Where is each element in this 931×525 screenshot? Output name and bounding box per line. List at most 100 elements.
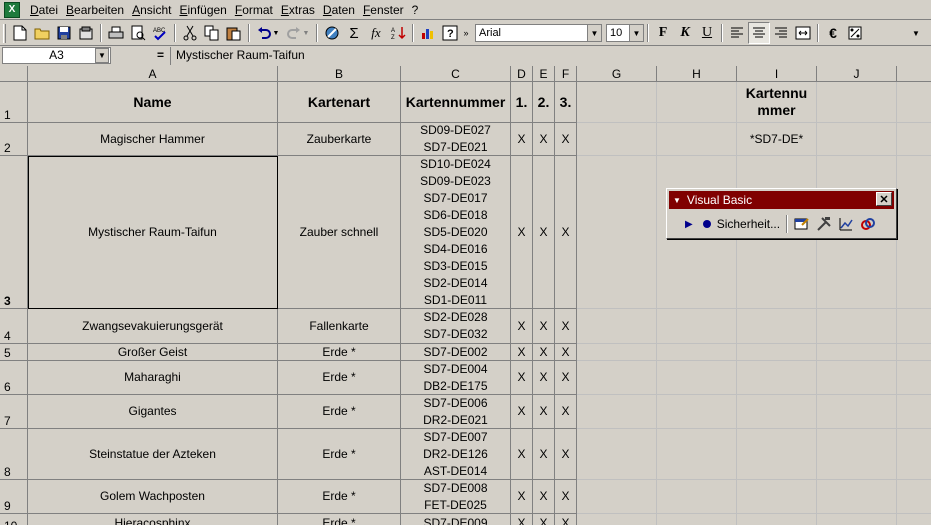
cell-f7[interactable]: X — [555, 395, 577, 429]
cell-b3[interactable]: Zauber schnell — [278, 156, 401, 309]
cell-d7[interactable]: X — [511, 395, 533, 429]
merge-center-icon[interactable] — [792, 22, 814, 44]
cell-a10[interactable]: Hieracosphinx — [28, 514, 278, 525]
cell-f10[interactable]: X — [555, 514, 577, 525]
cell-k4[interactable] — [897, 309, 931, 344]
cell-a5[interactable]: Großer Geist — [28, 344, 278, 361]
cell-c4[interactable]: SD2-DE028 SD7-DE032 — [401, 309, 511, 344]
excel-app-icon[interactable]: X — [4, 1, 20, 18]
menu-daten[interactable]: Daten — [319, 0, 359, 20]
cell-g9[interactable] — [577, 480, 657, 514]
cell-g7[interactable] — [577, 395, 657, 429]
menu-fenster[interactable]: Fenster — [359, 0, 408, 20]
cell-i6[interactable] — [737, 361, 817, 395]
cell-b6[interactable]: Erde * — [278, 361, 401, 395]
cell-h6[interactable] — [657, 361, 737, 395]
cell-e8[interactable]: X — [533, 429, 555, 480]
cell-h8[interactable] — [657, 429, 737, 480]
chevron-down-icon[interactable]: ▼ — [629, 25, 643, 41]
paste-icon[interactable] — [223, 22, 245, 44]
cell-b1[interactable]: Kartenart — [278, 82, 401, 123]
underline-button[interactable]: U — [696, 22, 718, 44]
cell-d8[interactable]: X — [511, 429, 533, 480]
toolbar-menu-icon[interactable]: ▼ — [673, 196, 681, 205]
cell-g8[interactable] — [577, 429, 657, 480]
cell-f1[interactable]: 3. — [555, 82, 577, 123]
new-file-icon[interactable] — [9, 22, 31, 44]
column-header-h[interactable]: H — [657, 66, 737, 82]
cell-k6[interactable] — [897, 361, 931, 395]
cell-e6[interactable]: X — [533, 361, 555, 395]
save-icon[interactable] — [53, 22, 75, 44]
cell-k8[interactable] — [897, 429, 931, 480]
row-header-9[interactable]: 9 — [0, 480, 28, 514]
column-header-a[interactable]: A — [28, 66, 278, 82]
cell-e10[interactable]: X — [533, 514, 555, 525]
hyperlink-icon[interactable] — [321, 22, 343, 44]
column-header-j[interactable]: J — [817, 66, 897, 82]
select-all-button[interactable] — [0, 66, 28, 82]
cell-c8[interactable]: SD7-DE007 DR2-DE126 AST-DE014 — [401, 429, 511, 480]
cell-f2[interactable]: X — [555, 123, 577, 156]
chevron-down-icon[interactable]: ▼ — [95, 48, 109, 63]
copy-icon[interactable] — [201, 22, 223, 44]
cell-d2[interactable]: X — [511, 123, 533, 156]
cell-d5[interactable]: X — [511, 344, 533, 361]
cell-b10[interactable]: Erde * — [278, 514, 401, 525]
security-button[interactable]: Sicherheit... — [717, 217, 780, 231]
menu-format[interactable]: Format — [231, 0, 277, 20]
column-header-i[interactable]: I — [737, 66, 817, 82]
cell-g3[interactable] — [577, 156, 657, 309]
design-mode-icon[interactable] — [835, 213, 857, 235]
print-preview-icon[interactable] — [127, 22, 149, 44]
euro-icon[interactable]: € — [822, 22, 844, 44]
cell-d10[interactable]: X — [511, 514, 533, 525]
visual-basic-toolbar[interactable]: ▼ Visual Basic ✕ ▶ Sicherheit... — [666, 188, 897, 239]
cell-k2[interactable] — [897, 123, 931, 156]
row-header-6[interactable]: 6 — [0, 361, 28, 395]
cell-b8[interactable]: Erde * — [278, 429, 401, 480]
row-header-10[interactable]: 10 — [0, 514, 28, 525]
cell-i9[interactable] — [737, 480, 817, 514]
vb-editor-icon[interactable] — [791, 213, 813, 235]
cell-h7[interactable] — [657, 395, 737, 429]
cell-f3[interactable]: X — [555, 156, 577, 309]
cell-b2[interactable]: Zauberkarte — [278, 123, 401, 156]
cell-j4[interactable] — [817, 309, 897, 344]
cell-a4[interactable]: Zwangsevakuierungsgerät — [28, 309, 278, 344]
cell-k5[interactable] — [897, 344, 931, 361]
cell-k10[interactable] — [897, 514, 931, 525]
formula-input[interactable]: Mystischer Raum-Taifun — [170, 47, 931, 65]
cell-h9[interactable] — [657, 480, 737, 514]
cell-j8[interactable] — [817, 429, 897, 480]
column-header-d[interactable]: D — [511, 66, 533, 82]
cell-c1[interactable]: Kartennummer — [401, 82, 511, 123]
cell-g10[interactable] — [577, 514, 657, 525]
chevron-down-icon[interactable]: ▼ — [587, 25, 601, 41]
redo-icon[interactable]: ▼ — [283, 22, 313, 44]
column-header-f[interactable]: F — [555, 66, 577, 82]
help-icon[interactable]: ? — [439, 22, 461, 44]
cell-c10[interactable]: SD7-DE009 — [401, 514, 511, 525]
bold-button[interactable]: F — [652, 22, 674, 44]
cell-a6[interactable]: Maharaghi — [28, 361, 278, 395]
cell-b5[interactable]: Erde * — [278, 344, 401, 361]
row-header-7[interactable]: 7 — [0, 395, 28, 429]
row-header-2[interactable]: 2 — [0, 123, 28, 156]
cell-i8[interactable] — [737, 429, 817, 480]
cell-a7[interactable]: Gigantes — [28, 395, 278, 429]
cell-g5[interactable] — [577, 344, 657, 361]
cell-j9[interactable] — [817, 480, 897, 514]
undo-icon[interactable]: ▼ — [253, 22, 283, 44]
function-icon[interactable]: fx — [365, 22, 387, 44]
cell-b4[interactable]: Fallenkarte — [278, 309, 401, 344]
align-left-icon[interactable] — [726, 22, 748, 44]
cell-a3-active[interactable]: Mystischer Raum-Taifun — [28, 156, 278, 309]
cell-g2[interactable] — [577, 123, 657, 156]
cell-d9[interactable]: X — [511, 480, 533, 514]
record-macro-icon[interactable] — [702, 220, 711, 228]
cell-i7[interactable] — [737, 395, 817, 429]
spellcheck-icon[interactable]: ABC — [149, 22, 171, 44]
cell-d1[interactable]: 1. — [511, 82, 533, 123]
autosum-icon[interactable]: Σ — [343, 22, 365, 44]
